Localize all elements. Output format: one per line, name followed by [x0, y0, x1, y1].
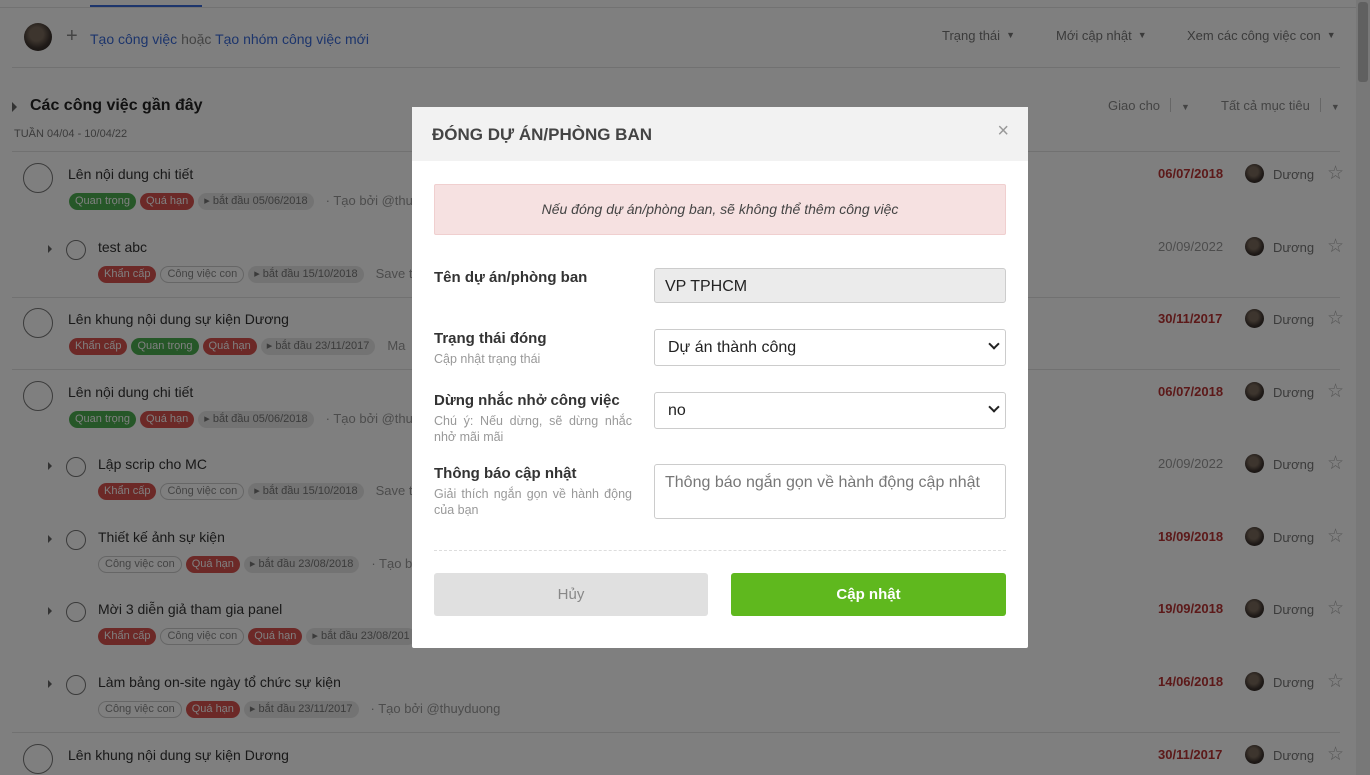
close-status-label: Trạng thái đóng [434, 330, 547, 347]
dialog-title: ĐÓNG DỰ ÁN/PHÒNG BAN [432, 125, 652, 144]
warning-alert: Nếu đóng dự án/phòng ban, sẽ không thể t… [434, 184, 1006, 235]
update-button[interactable]: Cập nhật [731, 573, 1006, 616]
chevron-down-icon [988, 338, 1000, 350]
stop-reminder-hint: Chú ý: Nếu dừng, sẽ dừng nhắc nhở mãi mã… [434, 414, 632, 444]
divider [434, 550, 1006, 551]
close-icon[interactable]: × [997, 121, 1009, 141]
chevron-down-icon [988, 401, 1000, 413]
close-status-hint: Cập nhật trạng thái [434, 352, 541, 366]
close-project-dialog: ĐÓNG DỰ ÁN/PHÒNG BAN × Nếu đóng dự án/ph… [412, 107, 1028, 648]
project-name-label: Tên dự án/phòng ban [434, 269, 588, 286]
cancel-button[interactable]: Hủy [434, 573, 708, 616]
update-notice-textarea[interactable]: Thông báo ngắn gọn về hành động cập nhật [654, 464, 1006, 519]
stop-reminder-value: no [668, 402, 686, 419]
project-name-field: VP TPHCM [654, 268, 1006, 303]
stop-reminder-select[interactable]: no [654, 392, 1006, 429]
project-name-value: VP TPHCM [665, 278, 748, 295]
update-notice-placeholder: Thông báo ngắn gọn về hành động cập nhật [665, 474, 980, 491]
close-status-value: Dự án thành công [668, 339, 797, 356]
update-notice-hint: Giải thích ngắn gọn về hành động của bạn [434, 487, 632, 517]
stop-reminder-label: Dừng nhắc nhở công việc [434, 392, 620, 409]
close-status-select[interactable]: Dự án thành công [654, 329, 1006, 366]
dialog-header: ĐÓNG DỰ ÁN/PHÒNG BAN × [412, 107, 1028, 161]
update-notice-label: Thông báo cập nhật [434, 465, 577, 482]
